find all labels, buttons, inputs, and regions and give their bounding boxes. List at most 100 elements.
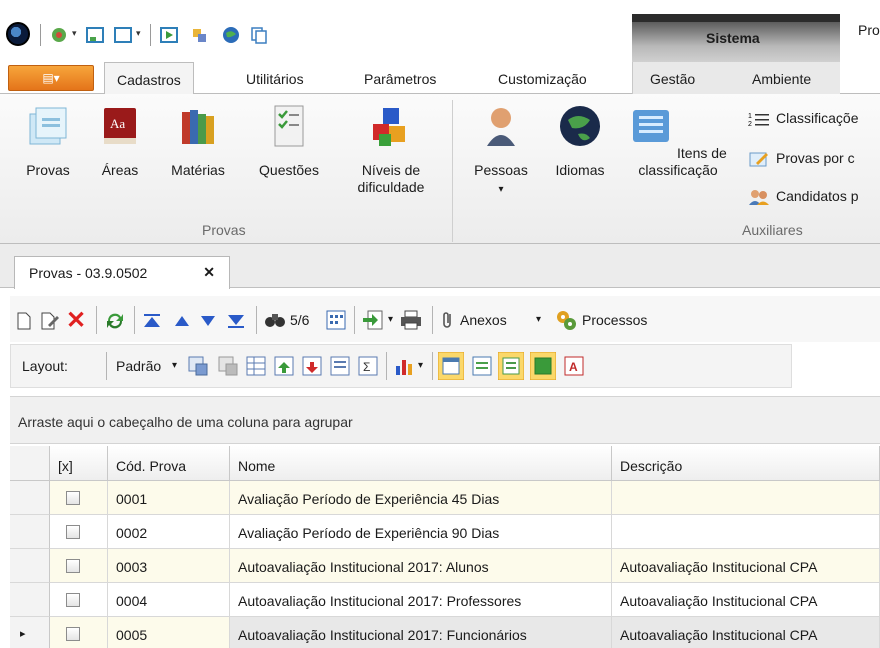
dropdown-arrow-icon[interactable]: ▾ xyxy=(72,28,77,39)
app-menu-button[interactable]: ▤▾ xyxy=(8,65,94,91)
previous-record-icon[interactable] xyxy=(174,314,190,328)
last-record-icon[interactable] xyxy=(226,312,246,330)
provas-por-button[interactable]: Provas por c xyxy=(748,150,855,167)
cell-nome[interactable]: Avaliação Período de Experiência 45 Dias xyxy=(230,481,612,515)
first-record-icon[interactable] xyxy=(142,312,162,330)
layout-select[interactable]: Padrão xyxy=(116,358,161,374)
auto-filter-toggle-icon[interactable] xyxy=(530,352,556,380)
cell-codigo[interactable]: 0004 xyxy=(108,583,230,617)
binoculars-icon[interactable] xyxy=(264,310,286,330)
cell-descricao[interactable] xyxy=(612,481,880,515)
toolbar-separator xyxy=(134,306,135,334)
refresh-icon[interactable] xyxy=(104,310,126,332)
svg-text:1: 1 xyxy=(748,113,752,120)
dropdown-arrow-icon[interactable]: ▾ xyxy=(136,28,141,39)
cell-nome[interactable]: Avaliação Período de Experiência 90 Dias xyxy=(230,515,612,549)
tab-ambiente[interactable]: Ambiente xyxy=(752,71,811,87)
processos-button[interactable]: Processos xyxy=(582,312,647,328)
areas-button[interactable]: Aa Áreas xyxy=(96,104,144,179)
cell-descricao[interactable]: Autoavaliação Institucional CPA xyxy=(612,583,880,617)
import-dropdown-arrow[interactable]: ▾ xyxy=(388,314,393,325)
new-document-icon[interactable] xyxy=(16,312,32,330)
document-tab-provas[interactable]: Provas - 03.9.0502 ✕ xyxy=(14,256,230,289)
cell-nome[interactable]: Autoavaliação Institucional 2017: Funcio… xyxy=(230,617,612,648)
candidatos-button[interactable]: Candidatos p xyxy=(748,188,859,206)
row-checkbox[interactable] xyxy=(66,559,80,573)
cell-nome[interactable]: Autoavaliação Institucional 2017: Alunos xyxy=(230,549,612,583)
edit-document-icon[interactable] xyxy=(40,312,60,330)
window-icon[interactable] xyxy=(114,26,132,44)
tab-cadastros[interactable]: Cadastros xyxy=(104,62,194,95)
calendar-grid-icon[interactable] xyxy=(326,310,346,330)
globe-icon[interactable] xyxy=(222,26,240,44)
provas-button[interactable]: Provas xyxy=(16,104,80,179)
cell-descricao[interactable]: Autoavaliação Institucional CPA xyxy=(612,617,880,648)
toolbar-separator xyxy=(96,306,97,334)
provas-por-label: Provas por c xyxy=(776,150,855,166)
preview-toggle-icon[interactable] xyxy=(498,352,524,380)
cell-nome[interactable]: Autoavaliação Institucional 2017: Profes… xyxy=(230,583,612,617)
table-row[interactable]: 0001 Avaliação Período de Experiência 45… xyxy=(10,481,880,515)
table-row-selected[interactable]: ▸ 0005 Autoavaliação Institucional 2017:… xyxy=(10,617,880,648)
column-header-descricao[interactable]: Descrição xyxy=(612,446,880,481)
printer-icon[interactable] xyxy=(400,310,422,330)
cell-codigo[interactable]: 0001 xyxy=(108,481,230,515)
filter-row-icon[interactable] xyxy=(330,356,350,376)
cell-codigo[interactable]: 0005 xyxy=(108,617,230,648)
cell-descricao[interactable] xyxy=(612,515,880,549)
close-icon[interactable]: ✕ xyxy=(203,264,215,281)
provas-label: Provas xyxy=(26,162,70,178)
row-checkbox[interactable] xyxy=(66,525,80,539)
row-checkbox[interactable] xyxy=(66,593,80,607)
tab-utilitarios[interactable]: Utilitários xyxy=(246,71,304,87)
delete-icon[interactable]: ✕ xyxy=(66,306,86,335)
cell-descricao[interactable]: Autoavaliação Institucional CPA xyxy=(612,549,880,583)
anexos-dropdown-arrow[interactable]: ▾ xyxy=(536,314,541,325)
next-record-icon[interactable] xyxy=(200,314,216,328)
table-row[interactable]: 0003 Autoavaliação Institucional 2017: A… xyxy=(10,549,880,583)
tab-parametros[interactable]: Parâmetros xyxy=(364,71,436,87)
form-icon[interactable] xyxy=(86,26,104,44)
column-header-codigo[interactable]: Cód. Prova xyxy=(108,446,230,481)
paperclip-icon[interactable] xyxy=(440,310,456,330)
tools-icon[interactable] xyxy=(190,26,208,44)
play-icon[interactable] xyxy=(160,26,178,44)
materias-button[interactable]: Matérias xyxy=(160,104,236,179)
chart-dropdown-arrow[interactable]: ▾ xyxy=(418,360,423,371)
font-icon[interactable]: A xyxy=(564,356,584,376)
pessoas-button[interactable]: Pessoas ▾ xyxy=(466,104,536,198)
grid-view-icon[interactable] xyxy=(246,356,266,376)
group-panel-toggle-icon[interactable] xyxy=(438,352,464,380)
row-checkbox[interactable] xyxy=(66,491,80,505)
toolbar-separator xyxy=(354,306,355,334)
save-layout-icon[interactable] xyxy=(188,356,208,376)
itens-classificacao-button[interactable]: Itens de classificação xyxy=(628,104,728,179)
column-header-select[interactable]: [x] xyxy=(50,446,108,481)
import-layout-icon[interactable] xyxy=(302,356,322,376)
questoes-button[interactable]: Questões xyxy=(244,104,334,179)
pessoas-dropdown-arrow[interactable]: ▾ xyxy=(466,181,536,198)
cell-codigo[interactable]: 0003 xyxy=(108,549,230,583)
sum-icon[interactable]: Σ xyxy=(358,356,378,376)
column-header-nome[interactable]: Nome xyxy=(230,446,612,481)
footer-toggle-icon[interactable] xyxy=(472,356,492,376)
delete-layout-icon[interactable] xyxy=(218,356,238,376)
export-layout-icon[interactable] xyxy=(274,356,294,376)
idiomas-button[interactable]: Idiomas xyxy=(548,104,612,179)
network-icon[interactable] xyxy=(50,26,68,44)
cell-codigo[interactable]: 0002 xyxy=(108,515,230,549)
anexos-button[interactable]: Anexos xyxy=(460,312,507,328)
copy-icon[interactable] xyxy=(250,26,268,44)
table-row[interactable]: 0004 Autoavaliação Institucional 2017: P… xyxy=(10,583,880,617)
niveis-dificuldade-button[interactable]: Níveis de dificuldade xyxy=(348,104,434,196)
import-icon[interactable] xyxy=(362,310,384,330)
classificacoes-button[interactable]: 1 2 Classificaçõe xyxy=(748,110,858,127)
gears-icon[interactable] xyxy=(554,308,578,332)
tab-gestao[interactable]: Gestão xyxy=(650,71,695,87)
layout-dropdown-arrow[interactable]: ▾ xyxy=(172,360,177,371)
table-row[interactable]: 0002 Avaliação Período de Experiência 90… xyxy=(10,515,880,549)
tab-customizacao[interactable]: Customização xyxy=(498,71,587,87)
row-checkbox[interactable] xyxy=(66,627,80,641)
bar-chart-icon[interactable] xyxy=(394,356,416,376)
app-orb-icon[interactable] xyxy=(6,22,30,46)
